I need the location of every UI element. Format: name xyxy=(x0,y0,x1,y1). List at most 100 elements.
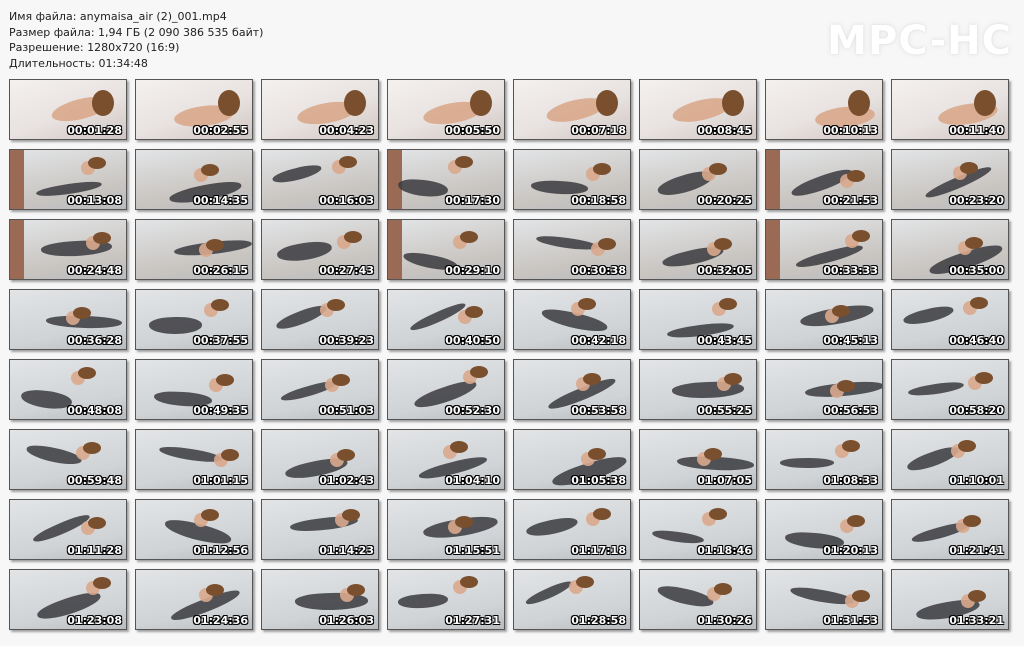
video-thumbnail: 01:05:38 xyxy=(513,429,631,490)
thumbnail-timestamp: 00:02:55 xyxy=(193,124,248,137)
video-thumbnail: 00:49:35 xyxy=(135,359,253,420)
video-thumbnail: 00:02:55 xyxy=(135,79,253,140)
video-thumbnail: 00:18:58 xyxy=(513,149,631,210)
video-thumbnail: 01:08:33 xyxy=(765,429,883,490)
thumbnail-timestamp: 01:11:28 xyxy=(67,544,122,557)
thumbnail-timestamp: 00:20:25 xyxy=(697,194,752,207)
video-thumbnail: 00:59:48 xyxy=(9,429,127,490)
video-thumbnail: 00:08:45 xyxy=(639,79,757,140)
thumbnail-timestamp: 01:07:05 xyxy=(697,474,752,487)
video-thumbnail: 01:20:13 xyxy=(765,499,883,560)
thumbnail-timestamp: 00:10:13 xyxy=(823,124,878,137)
thumbnail-timestamp: 00:16:03 xyxy=(319,194,374,207)
video-thumbnail: 01:18:46 xyxy=(639,499,757,560)
thumbnail-timestamp: 01:14:23 xyxy=(319,544,374,557)
video-thumbnail: 00:36:28 xyxy=(9,289,127,350)
video-thumbnail: 01:24:36 xyxy=(135,569,253,630)
video-thumbnail: 01:27:31 xyxy=(387,569,505,630)
video-thumbnail: 01:21:41 xyxy=(891,499,1009,560)
file-size: Размер файла: 1,94 ГБ (2 090 386 535 бай… xyxy=(9,25,264,39)
app-logo: MPC-HC xyxy=(827,18,1012,64)
video-thumbnail: 00:20:25 xyxy=(639,149,757,210)
thumbnail-timestamp: 00:18:58 xyxy=(571,194,626,207)
video-thumbnail: 01:26:03 xyxy=(261,569,379,630)
video-thumbnail: 01:02:43 xyxy=(261,429,379,490)
thumbnail-timestamp: 01:04:10 xyxy=(445,474,500,487)
thumbnail-timestamp: 00:08:45 xyxy=(697,124,752,137)
thumbnail-timestamp: 00:24:48 xyxy=(67,264,122,277)
thumbnail-timestamp: 01:20:13 xyxy=(823,544,878,557)
thumbnail-timestamp: 00:43:45 xyxy=(697,334,752,347)
thumbnail-timestamp: 00:23:20 xyxy=(949,194,1004,207)
thumbnail-timestamp: 00:17:30 xyxy=(445,194,500,207)
video-thumbnail: 00:37:55 xyxy=(135,289,253,350)
video-thumbnail: 01:01:15 xyxy=(135,429,253,490)
thumbnail-timestamp: 01:27:31 xyxy=(445,614,500,627)
video-thumbnail: 00:16:03 xyxy=(261,149,379,210)
video-thumbnail: 01:12:56 xyxy=(135,499,253,560)
thumbnail-timestamp: 01:12:56 xyxy=(193,544,248,557)
thumbnail-timestamp: 00:39:23 xyxy=(319,334,374,347)
thumbnail-timestamp: 00:05:50 xyxy=(445,124,500,137)
video-thumbnail: 01:28:58 xyxy=(513,569,631,630)
video-thumbnail: 00:27:43 xyxy=(261,219,379,280)
file-duration: Длительность: 01:34:48 xyxy=(9,56,148,70)
video-thumbnail: 00:14:35 xyxy=(135,149,253,210)
thumbnail-timestamp: 00:52:30 xyxy=(445,404,500,417)
thumbnail-timestamp: 01:02:43 xyxy=(319,474,374,487)
video-thumbnail: 01:15:51 xyxy=(387,499,505,560)
file-name: Имя файла: anymaisa_air (2)_001.mp4 xyxy=(9,10,227,23)
thumbnail-timestamp: 00:26:15 xyxy=(193,264,248,277)
video-thumbnail: 00:51:03 xyxy=(261,359,379,420)
video-thumbnail: 00:32:05 xyxy=(639,219,757,280)
video-thumbnail: 00:29:10 xyxy=(387,219,505,280)
thumbnail-timestamp: 00:58:20 xyxy=(949,404,1004,417)
video-thumbnail: 01:04:10 xyxy=(387,429,505,490)
video-thumbnail: 00:40:50 xyxy=(387,289,505,350)
video-thumbnail: 00:21:53 xyxy=(765,149,883,210)
thumbnail-timestamp: 00:04:23 xyxy=(319,124,374,137)
thumbnail-timestamp: 00:59:48 xyxy=(67,474,122,487)
thumbnail-timestamp: 01:08:33 xyxy=(823,474,878,487)
thumbnail-timestamp: 00:42:18 xyxy=(571,334,626,347)
thumbnail-timestamp: 00:07:18 xyxy=(571,124,626,137)
thumbnail-timestamp: 01:01:15 xyxy=(193,474,248,487)
video-thumbnail: 00:11:40 xyxy=(891,79,1009,140)
video-thumbnail: 00:45:13 xyxy=(765,289,883,350)
thumbnail-timestamp: 00:36:28 xyxy=(67,334,122,347)
video-thumbnail: 01:07:05 xyxy=(639,429,757,490)
video-thumbnail: 01:33:21 xyxy=(891,569,1009,630)
thumbnail-timestamp: 00:48:08 xyxy=(67,404,122,417)
video-thumbnail: 00:01:28 xyxy=(9,79,127,140)
thumbnail-timestamp: 00:32:05 xyxy=(697,264,752,277)
thumbnail-timestamp: 00:49:35 xyxy=(193,404,248,417)
file-info: Имя файла: anymaisa_air (2)_001.mp4 Разм… xyxy=(9,9,263,71)
video-thumbnail: 00:53:58 xyxy=(513,359,631,420)
thumbnail-timestamp: 00:45:13 xyxy=(823,334,878,347)
video-thumbnail: 01:14:23 xyxy=(261,499,379,560)
video-thumbnail: 00:35:00 xyxy=(891,219,1009,280)
thumbnail-timestamp: 01:24:36 xyxy=(193,614,248,627)
video-thumbnail: 00:26:15 xyxy=(135,219,253,280)
thumbnail-timestamp: 00:40:50 xyxy=(445,334,500,347)
video-thumbnail: 01:11:28 xyxy=(9,499,127,560)
thumbnail-timestamp: 01:15:51 xyxy=(445,544,500,557)
video-thumbnail: 00:58:20 xyxy=(891,359,1009,420)
thumbnail-timestamp: 01:31:53 xyxy=(823,614,878,627)
video-thumbnail: 01:30:26 xyxy=(639,569,757,630)
video-thumbnail: 00:23:20 xyxy=(891,149,1009,210)
thumbnail-timestamp: 01:21:41 xyxy=(949,544,1004,557)
thumbnail-timestamp: 00:21:53 xyxy=(823,194,878,207)
video-thumbnail: 00:04:23 xyxy=(261,79,379,140)
video-thumbnail: 00:17:30 xyxy=(387,149,505,210)
thumbnail-timestamp: 00:27:43 xyxy=(319,264,374,277)
thumbnail-timestamp: 01:18:46 xyxy=(697,544,752,557)
video-thumbnail: 00:13:08 xyxy=(9,149,127,210)
video-thumbnail: 00:39:23 xyxy=(261,289,379,350)
thumbnail-grid: 00:01:28 00:02:55 00:04:23 00:05:50 00:07:18… xyxy=(9,79,1016,630)
video-thumbnail: 00:52:30 xyxy=(387,359,505,420)
thumbnail-timestamp: 00:46:40 xyxy=(949,334,1004,347)
video-thumbnail: 00:33:33 xyxy=(765,219,883,280)
thumbnail-timestamp: 00:30:38 xyxy=(571,264,626,277)
thumbnail-timestamp: 00:01:28 xyxy=(67,124,122,137)
